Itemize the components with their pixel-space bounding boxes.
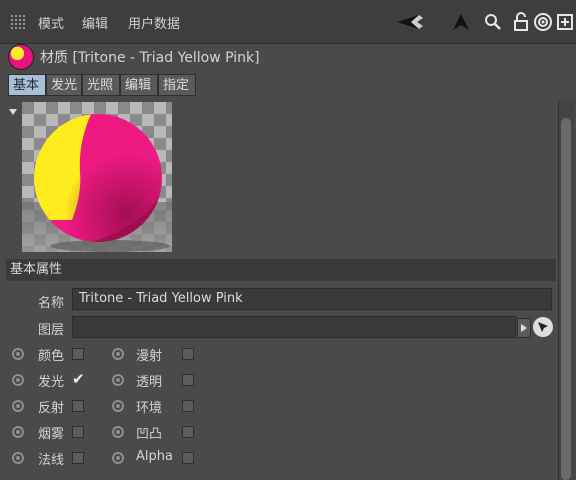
channel-color-label: 颜色 — [38, 349, 65, 364]
section-basic-properties[interactable]: 基本属性 — [6, 259, 556, 281]
channel-bump-label: 凹凸 — [136, 427, 163, 442]
channel-luminance-label: 发光 — [38, 375, 65, 390]
name-label: 名称 — [38, 296, 65, 311]
search-icon[interactable] — [482, 10, 504, 34]
layer-pick-button[interactable] — [533, 317, 553, 337]
lock-icon[interactable] — [510, 10, 532, 34]
layer-label: 图层 — [38, 323, 65, 338]
menu-edit[interactable]: 编辑 — [82, 13, 108, 32]
checkbox-reflection[interactable] — [72, 400, 84, 412]
collapse-arrow-icon[interactable] — [9, 104, 17, 119]
material-preview[interactable] — [22, 102, 172, 252]
material-title: 材质 [Tritone - Triad Yellow Pink] — [40, 50, 260, 66]
channel-reflection-label: 反射 — [38, 401, 65, 416]
checkbox-luminance-checked[interactable]: ✔ — [72, 372, 85, 387]
target-icon[interactable] — [532, 10, 554, 34]
channel-alpha-label: Alpha — [136, 449, 173, 464]
preview-sphere — [34, 114, 170, 252]
channel-environment-label: 环境 — [136, 401, 163, 416]
scrollbar-thumb[interactable] — [561, 118, 571, 480]
channel-diffusion-label: 漫射 — [136, 349, 163, 364]
channel-normal-label: 法线 — [38, 453, 65, 468]
radio-bump[interactable] — [112, 426, 124, 438]
radio-luminance[interactable] — [12, 374, 24, 386]
checkbox-bump[interactable] — [182, 426, 194, 438]
layer-arrow-button[interactable] — [517, 318, 531, 338]
radio-normal[interactable] — [12, 452, 24, 464]
radio-environment[interactable] — [112, 400, 124, 412]
checkbox-color[interactable] — [72, 348, 84, 360]
menu-mode[interactable]: 模式 — [38, 13, 64, 32]
checkbox-diffusion[interactable] — [182, 348, 194, 360]
checkbox-normal[interactable] — [72, 452, 84, 464]
tab-illumination[interactable]: 光照 — [82, 74, 120, 96]
tab-edit[interactable]: 编辑 — [120, 74, 158, 96]
material-icon — [8, 44, 34, 70]
menu-user-data[interactable]: 用户数据 — [128, 13, 180, 32]
checkbox-fog[interactable] — [72, 426, 84, 438]
radio-reflection[interactable] — [12, 400, 24, 412]
radio-fog[interactable] — [12, 426, 24, 438]
channel-fog-label: 烟雾 — [38, 427, 65, 442]
name-field[interactable]: Tritone - Triad Yellow Pink — [72, 288, 552, 310]
channel-transparency-label: 透明 — [136, 375, 163, 390]
radio-color[interactable] — [12, 348, 24, 360]
back-arrow-icon[interactable] — [396, 10, 426, 34]
tab-assign[interactable]: 指定 — [158, 74, 196, 96]
radio-transparency[interactable] — [112, 374, 124, 386]
pick-cursor-icon — [538, 322, 548, 332]
checkbox-environment[interactable] — [182, 400, 194, 412]
new-window-icon[interactable] — [554, 10, 576, 34]
radio-alpha[interactable] — [112, 452, 124, 464]
tab-luminance[interactable]: 发光 — [46, 74, 82, 96]
tab-basic[interactable]: 基本 — [8, 74, 46, 96]
chevron-right-icon — [521, 324, 527, 332]
radio-diffusion[interactable] — [112, 348, 124, 360]
panel-grip-icon[interactable] — [10, 14, 26, 30]
checkbox-transparency[interactable] — [182, 374, 194, 386]
up-arrow-icon[interactable] — [450, 10, 472, 34]
checkbox-alpha[interactable] — [182, 452, 194, 464]
layer-field[interactable] — [72, 316, 516, 338]
